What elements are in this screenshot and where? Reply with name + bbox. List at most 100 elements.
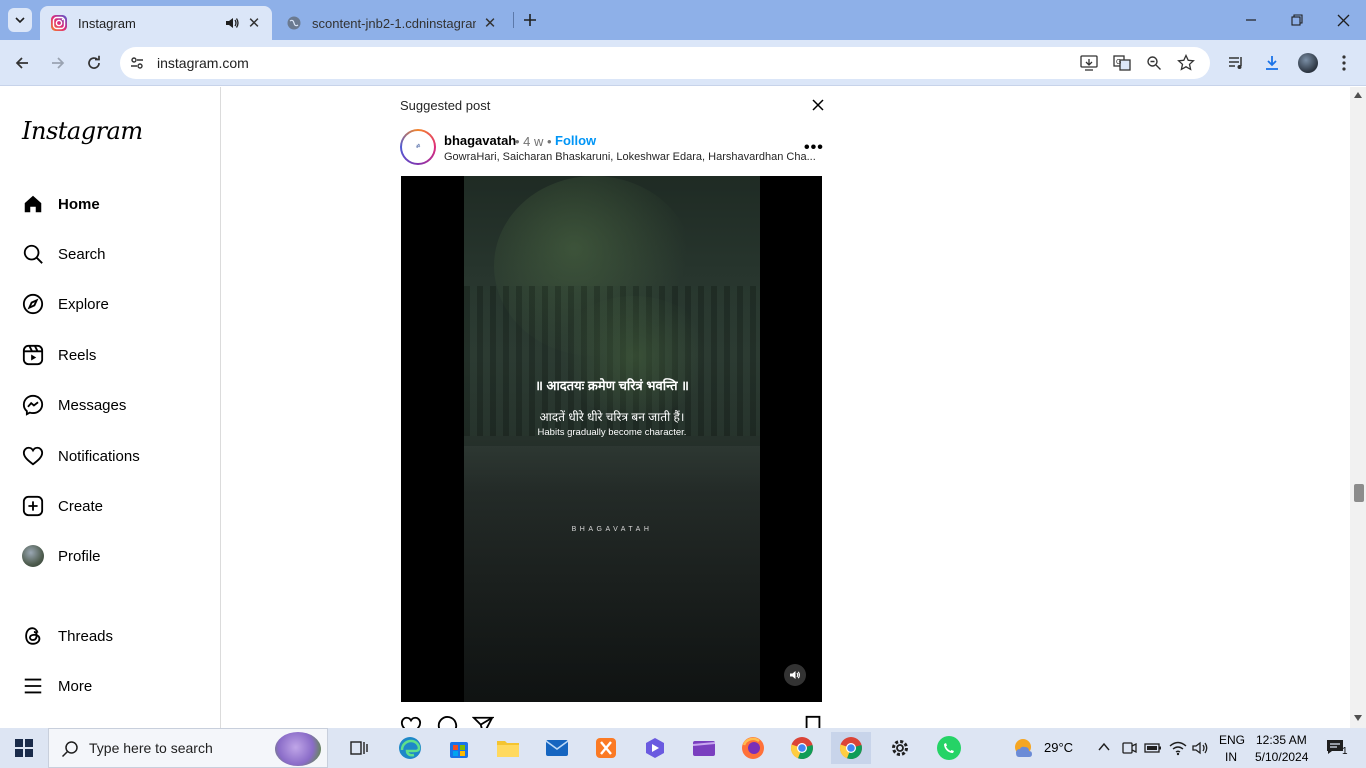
post-video[interactable]: ॥ आदतयः क्रमेण चरित्रं भवन्ति ॥ आदतें धी…	[401, 176, 822, 702]
close-tab-icon[interactable]: ✕	[246, 15, 262, 32]
sidebar-item-notifications[interactable]: Notifications	[22, 442, 140, 470]
taskbar-app-firefox[interactable]	[733, 732, 773, 764]
sidebar-item-threads[interactable]: Threads	[22, 622, 113, 650]
arrow-left-icon	[15, 57, 28, 69]
xampp-icon	[596, 738, 616, 758]
close-tab-icon[interactable]: ✕	[482, 15, 498, 32]
sidebar-item-label: Threads	[58, 627, 114, 645]
taskbar-app-settings[interactable]	[880, 732, 920, 764]
input-region[interactable]: IN	[1225, 750, 1237, 764]
taskbar-app-whatsapp[interactable]	[929, 732, 969, 764]
sidebar-item-create[interactable]: Create	[22, 492, 103, 520]
speaker-icon	[790, 671, 800, 679]
taskbar-app-store[interactable]	[439, 732, 479, 764]
tab-cdn[interactable]: scontent-jnb2-1.cdninstagram.c ✕	[276, 6, 508, 40]
tab-search-button[interactable]	[8, 8, 32, 32]
browser-toolbar: instagram.com G	[0, 40, 1366, 86]
clock-time[interactable]: 12:35 AM	[1256, 733, 1307, 747]
clock-date[interactable]: 5/10/2024	[1255, 750, 1308, 764]
bookmark-star-icon[interactable]	[1177, 54, 1195, 72]
taskbar-app-clipchamp[interactable]	[684, 732, 724, 764]
start-button[interactable]	[0, 728, 48, 768]
follow-button[interactable]: Follow	[555, 133, 596, 148]
battery-icon[interactable]	[1144, 741, 1162, 755]
video-brand-watermark: BHAGAVATAH	[571, 526, 653, 533]
taskbar-app-chrome[interactable]	[782, 732, 822, 764]
save-bookmark-icon[interactable]	[802, 715, 824, 728]
browser-menu-button[interactable]	[1330, 49, 1358, 77]
minimize-icon	[1246, 19, 1256, 21]
sidebar-item-search[interactable]: Search	[22, 240, 106, 268]
taskbar-search-box[interactable]: Type here to search	[48, 728, 328, 768]
translate-icon[interactable]: G	[1113, 54, 1131, 72]
sidebar-item-label: Search	[58, 245, 106, 263]
taskbar-app-edge[interactable]	[390, 732, 430, 764]
sidebar-item-label: Notifications	[58, 447, 140, 465]
wifi-icon[interactable]	[1169, 740, 1187, 756]
post-author-avatar[interactable]: ॐ	[400, 129, 436, 165]
scroll-down-icon[interactable]	[1354, 715, 1362, 721]
page-scrollbar[interactable]	[1350, 87, 1366, 728]
sidebar-item-label: Reels	[58, 346, 97, 364]
sidebar-item-messages[interactable]: Messages	[22, 391, 126, 419]
sidebar-item-home[interactable]: Home	[22, 190, 100, 218]
avatar	[1298, 53, 1318, 73]
reload-button[interactable]	[80, 49, 108, 77]
volume-icon[interactable]	[1192, 740, 1210, 756]
taskbar-app-mail[interactable]	[537, 732, 577, 764]
search-highlight-image	[275, 732, 321, 766]
weather-icon[interactable]	[1011, 736, 1035, 760]
install-app-icon[interactable]	[1080, 54, 1098, 72]
site-info-icon[interactable]	[129, 55, 145, 71]
downloads-button[interactable]	[1258, 49, 1286, 77]
taskbar-app-xampp[interactable]	[586, 732, 626, 764]
like-heart-icon[interactable]	[400, 715, 422, 728]
close-icon[interactable]	[810, 97, 826, 113]
sidebar-item-reels[interactable]: Reels	[22, 341, 96, 369]
profile-button[interactable]	[1294, 49, 1322, 77]
address-bar[interactable]: instagram.com G	[120, 47, 1210, 79]
instagram-logo[interactable]: Instagram	[22, 117, 143, 145]
post-username[interactable]: bhagavatah	[444, 133, 516, 148]
taskbar-app-video-editor[interactable]	[635, 732, 675, 764]
svg-text:G: G	[1116, 59, 1121, 66]
input-language[interactable]: ENG	[1219, 733, 1245, 747]
share-icon[interactable]	[472, 715, 494, 728]
back-button[interactable]	[8, 49, 36, 77]
weather-temperature[interactable]: 29°C	[1044, 740, 1073, 755]
task-view-button[interactable]	[340, 732, 380, 764]
meet-now-icon[interactable]	[1121, 740, 1137, 756]
forward-button[interactable]	[44, 49, 72, 77]
reload-icon	[88, 55, 100, 69]
home-icon	[24, 195, 42, 213]
search-icon	[61, 741, 78, 758]
video-caption-english: Habits gradually become character.	[537, 427, 687, 438]
minimize-button[interactable]	[1228, 0, 1274, 40]
mute-button[interactable]	[784, 664, 806, 686]
scrollbar-thumb[interactable]	[1354, 484, 1364, 502]
comment-icon[interactable]	[436, 715, 458, 728]
more-options-icon[interactable]: •••	[804, 139, 824, 157]
zoom-icon[interactable]	[1146, 55, 1162, 71]
taskbar-app-chrome-active[interactable]	[831, 732, 871, 764]
scroll-up-icon[interactable]	[1354, 92, 1362, 98]
notification-count-badge: 1	[1342, 746, 1348, 757]
sidebar-item-more[interactable]: More	[22, 672, 92, 700]
sidebar-item-label: More	[58, 677, 93, 695]
speaker-icon[interactable]	[224, 15, 240, 31]
url-text: instagram.com	[157, 55, 249, 71]
taskbar-app-explorer[interactable]	[488, 732, 528, 764]
video-editor-icon	[646, 738, 664, 758]
chevron-up-icon[interactable]	[1098, 742, 1110, 752]
sidebar-item-profile[interactable]: Profile	[22, 542, 101, 570]
media-control-button[interactable]	[1222, 49, 1250, 77]
browser-tab-strip: Instagram ✕ scontent-jnb2-1.cdninstagram…	[0, 0, 1366, 40]
tab-instagram[interactable]: Instagram ✕	[40, 6, 272, 40]
post-collaborators[interactable]: GowraHari, Saicharan Bhaskaruni, Lokeshw…	[444, 151, 816, 163]
sidebar-item-explore[interactable]: Explore	[22, 290, 109, 318]
notification-center-button[interactable]: 1	[1318, 734, 1358, 762]
feed: Suggested post ॐ bhagavatah • 4 w • Foll…	[222, 87, 1350, 728]
close-window-button[interactable]	[1320, 0, 1366, 40]
restore-button[interactable]	[1274, 0, 1320, 40]
new-tab-button[interactable]	[518, 8, 542, 32]
